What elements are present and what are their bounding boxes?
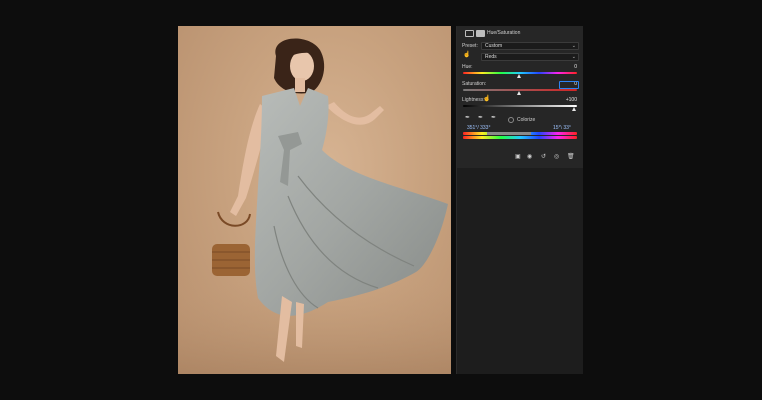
colorize-label: Colorize	[517, 117, 536, 123]
hue-saturation-properties: Hue/Saturation Preset: Custom ⌄ ☝ Reds ⌄…	[457, 26, 583, 168]
colorize-checkbox[interactable]	[508, 117, 514, 123]
lightness-value[interactable]: +100	[551, 97, 577, 103]
saturation-value-focus-ring	[559, 81, 579, 89]
range-left-readout: 351°/ 333°	[467, 125, 491, 131]
chevron-down-icon: ⌄	[571, 54, 576, 60]
range-right-readout: 15°\ 33°	[553, 125, 571, 131]
visibility-icon[interactable]: ◎	[554, 154, 559, 161]
channel-select[interactable]: Reds ⌄	[481, 53, 579, 61]
adjustment-layer-icon	[465, 30, 474, 37]
lightness-slider-track[interactable]	[463, 105, 577, 107]
panel-footer: ▣ ◉ ↺ ◎ 🗑	[457, 154, 583, 164]
color-range-selection[interactable]	[487, 132, 531, 135]
channel-value: Reds	[485, 54, 497, 60]
view-previous-icon[interactable]: ◉	[527, 154, 532, 161]
chevron-down-icon: ⌄	[571, 43, 576, 49]
eyedropper-icon[interactable]: ✒	[465, 115, 470, 122]
layer-mask-icon[interactable]	[476, 30, 485, 37]
cursor-hand-icon: ☝	[483, 96, 491, 102]
lightness-label: Lightness:	[462, 97, 485, 103]
hue-value[interactable]: 0	[551, 64, 577, 70]
hue-label: Hue:	[462, 64, 473, 70]
eyedropper-minus-icon[interactable]: ✒	[491, 115, 496, 122]
app-window: Hue/Saturation Preset: Custom ⌄ ☝ Reds ⌄…	[0, 0, 762, 400]
preset-label: Preset:	[462, 43, 478, 49]
result-color-bar	[463, 136, 577, 139]
lightness-slider-thumb[interactable]	[572, 107, 576, 111]
hue-slider-thumb[interactable]	[517, 74, 521, 78]
clip-to-layer-icon[interactable]: ▣	[515, 154, 521, 161]
saturation-label: Saturation:	[462, 81, 487, 87]
preset-select[interactable]: Custom ⌄	[481, 42, 579, 50]
reset-icon[interactable]: ↺	[541, 154, 546, 161]
eyedropper-plus-icon[interactable]: ✒	[478, 115, 483, 122]
panel-title: Hue/Saturation	[487, 30, 521, 36]
photo-model-in-dress	[178, 38, 451, 374]
preset-value: Custom	[485, 43, 503, 49]
properties-panel: Hue/Saturation Preset: Custom ⌄ ☝ Reds ⌄…	[456, 26, 583, 374]
saturation-slider-thumb[interactable]	[517, 91, 521, 95]
delete-icon[interactable]: 🗑	[567, 154, 575, 161]
document-canvas[interactable]	[178, 26, 451, 374]
targeted-adjustment-hand-icon[interactable]: ☝	[463, 52, 470, 59]
